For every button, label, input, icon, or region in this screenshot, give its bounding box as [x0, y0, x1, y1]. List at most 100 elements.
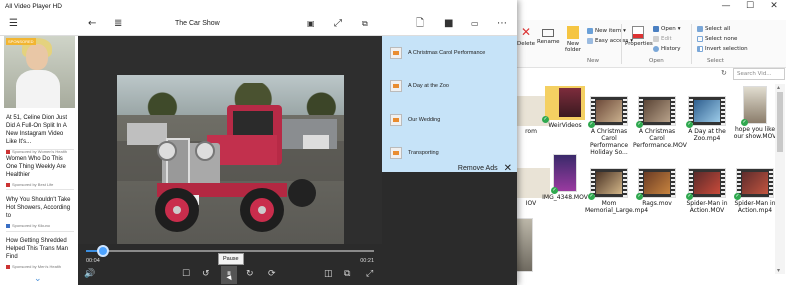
fullscreen-icon[interactable]: ⤢: [366, 268, 373, 280]
picture-in-picture-icon[interactable]: ⧉: [362, 18, 368, 30]
ad-sponsor-label: Sponsored by Kikuno: [12, 223, 51, 228]
video-file-item[interactable]: ✓ Spider-Man in Action.mp4: [731, 168, 779, 214]
edit-button[interactable]: Edit: [653, 36, 672, 42]
playlist-item[interactable]: A Christmas Carol Performance: [390, 45, 515, 61]
refresh-icon[interactable]: ↻: [721, 69, 727, 77]
video-thumbnail: ✓: [636, 168, 676, 200]
ribbon-divider: [621, 24, 622, 64]
file-name: A Day at the Zoo.mp4: [688, 128, 726, 142]
expand-icon[interactable]: ⤢: [334, 18, 342, 30]
ad-item[interactable]: Women Who Do This One Thing Weekly Are H…: [6, 155, 74, 187]
select-all-button[interactable]: Select all: [697, 26, 730, 32]
volume-icon[interactable]: 🔊: [84, 268, 95, 280]
close-button[interactable]: ✕: [762, 0, 786, 14]
minimize-button[interactable]: —: [714, 0, 738, 14]
video-frame: [117, 75, 344, 244]
scroll-down-icon[interactable]: ▾: [777, 267, 780, 274]
video-file-item[interactable]: ✓ A Christmas Carol Performance Holiday …: [585, 96, 633, 156]
bookmark-icon[interactable]: ■: [444, 18, 453, 30]
maximize-button[interactable]: ☐: [738, 0, 762, 14]
open-button[interactable]: Open ▾: [653, 26, 680, 32]
cast-icon[interactable]: ▭: [471, 18, 479, 30]
more-options-icon[interactable]: ⋯: [497, 18, 507, 30]
video-file-item[interactable]: ✓ Rags.mov: [633, 168, 681, 207]
open-icon: [653, 26, 659, 32]
history-button[interactable]: History: [653, 46, 681, 52]
close-icon[interactable]: ✕: [504, 163, 512, 174]
rewind-icon[interactable]: ↺: [202, 268, 210, 280]
video-file-item[interactable]: ✓ hope you like our show.MOV: [731, 86, 779, 140]
edit-icon: [653, 36, 659, 42]
file-name: Rags.mov: [642, 200, 672, 207]
rename-icon: [542, 29, 555, 37]
ad-divider: [6, 231, 74, 232]
video-file-item[interactable]: ✓ A Day at the Zoo.mp4: [683, 96, 731, 142]
subtitles-icon[interactable]: ▣: [307, 18, 315, 30]
select-none-button[interactable]: Select none: [697, 36, 737, 42]
playlist-item-label: A Day at the Zoo: [408, 83, 449, 89]
file-name: Spider-Man in Action.mp4: [734, 200, 776, 214]
video-file-item[interactable]: ✓ Spider-Man in Action.MOV: [683, 168, 731, 214]
new-folder-button[interactable]: New folder: [563, 26, 583, 53]
select-all-label: Select all: [705, 26, 731, 32]
scrollbar-thumb[interactable]: [777, 92, 783, 152]
video-thumbnail: ✓: [686, 168, 726, 200]
seek-handle[interactable]: [97, 245, 110, 257]
hamburger-menu-icon[interactable]: ☰: [9, 18, 18, 30]
ad-item[interactable]: At 51, Celine Dion Just Did A Full-On Sp…: [6, 114, 74, 154]
mini-view-icon[interactable]: ⧉: [344, 268, 350, 280]
new-item-icon: [587, 28, 593, 34]
video-file-item[interactable]: ✓ A Christmas Carol Performance.MOV: [633, 96, 687, 149]
open-file-icon[interactable]: 🗋: [416, 18, 424, 30]
video-file-item[interactable]: ✓ Mom Memorial_Large.mp4: [585, 168, 648, 214]
repeat-icon[interactable]: ⟳: [268, 268, 276, 280]
synced-check-icon: ✓: [636, 193, 643, 200]
ad-item[interactable]: Why You Shouldn't Take Hot Showers, Acco…: [6, 196, 74, 228]
video-file-item[interactable]: ✓ IMG_4348.MOV: [541, 154, 589, 201]
stop-icon[interactable]: ☐: [182, 268, 190, 280]
folder-icon: ✓: [542, 86, 585, 123]
ad-headline: Women Who Do This One Thing Weekly Are H…: [6, 156, 66, 178]
search-input[interactable]: Search Vid...: [733, 68, 785, 80]
invert-selection-icon: [697, 46, 703, 52]
chevron-down-icon[interactable]: ⌄: [34, 274, 42, 284]
invert-selection-button[interactable]: Invert selection: [697, 46, 748, 52]
ribbon-divider: [691, 24, 692, 64]
synced-check-icon: ✓: [734, 193, 741, 200]
explorer-scrollbar[interactable]: ▴ ▾: [775, 84, 785, 274]
video-canvas[interactable]: [78, 36, 382, 244]
history-icon: [653, 46, 659, 52]
playlist-item[interactable]: A Day at the Zoo: [390, 78, 515, 94]
open-label: Open: [661, 26, 676, 32]
edit-label: Edit: [661, 36, 672, 42]
back-arrow-icon[interactable]: ←: [88, 18, 96, 30]
aspect-ratio-icon[interactable]: ◫: [324, 268, 333, 280]
ribbon-group-new: New: [587, 58, 599, 64]
duration: 00:21: [360, 258, 374, 264]
ad-image[interactable]: SPONSORED: [4, 36, 75, 108]
video-file-icon: [390, 114, 402, 126]
remove-ads-button[interactable]: Remove Ads: [458, 165, 498, 172]
properties-button[interactable]: Properties: [625, 26, 653, 47]
rename-button[interactable]: Rename: [537, 26, 560, 45]
player-titlebar: All Video Player HD: [0, 0, 517, 14]
delete-button[interactable]: ✕ Delete: [517, 26, 535, 48]
video-title: The Car Show: [175, 20, 220, 27]
vintage-car-image: [117, 105, 344, 232]
ad-divider: [6, 149, 74, 150]
select-all-icon: [697, 26, 703, 32]
scroll-up-icon[interactable]: ▴: [777, 84, 780, 91]
playlist-item[interactable]: Our Wedding: [390, 112, 515, 128]
ad-headline: How Getting Shredded Helped This Trans M…: [6, 238, 68, 260]
folder-icon: [567, 26, 579, 39]
ad-item[interactable]: How Getting Shredded Helped This Trans M…: [6, 237, 74, 269]
ad-divider: [6, 189, 74, 190]
player-side-area: [382, 172, 517, 285]
easy-access-icon: [587, 38, 593, 44]
seek-track[interactable]: [86, 245, 374, 257]
playlist-item[interactable]: Transporting: [390, 145, 515, 161]
synced-check-icon: ✓: [588, 121, 595, 128]
folder-item[interactable]: ✓ WeirVideos: [541, 86, 589, 129]
forward-icon[interactable]: ↻: [246, 268, 254, 280]
playlist-icon[interactable]: ≣: [114, 18, 122, 30]
